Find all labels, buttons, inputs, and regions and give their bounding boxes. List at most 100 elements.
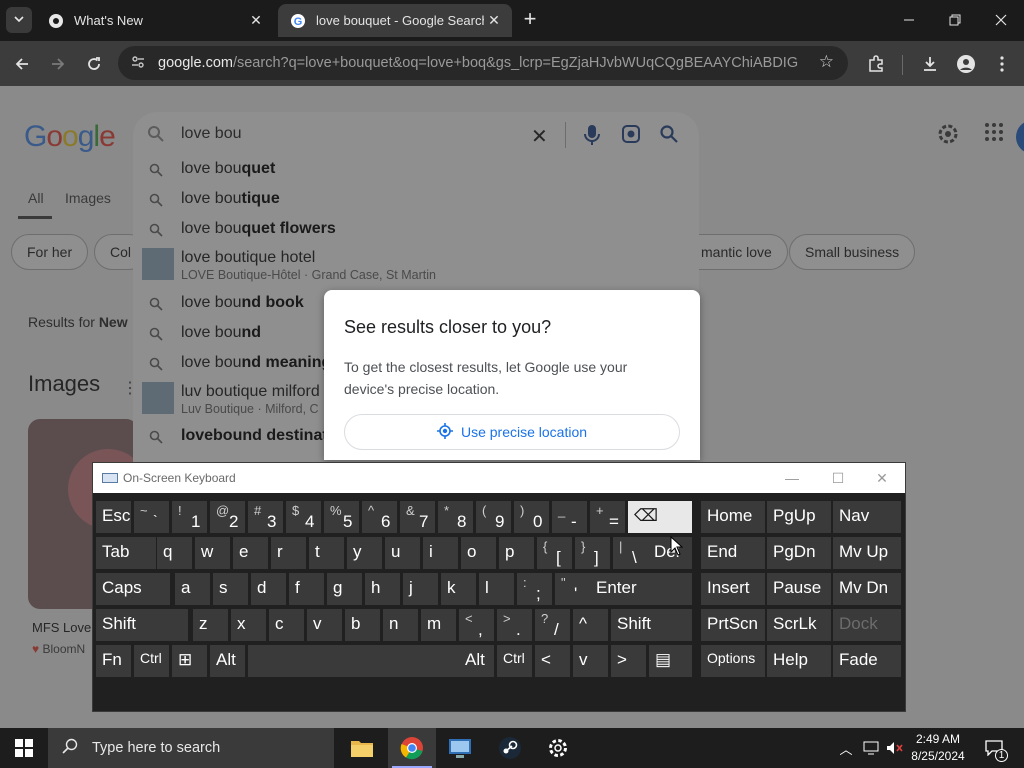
control-panel-icon[interactable] [436, 728, 484, 768]
osk-key[interactable]: x [231, 609, 266, 641]
chrome-taskbar-icon[interactable] [388, 728, 436, 768]
extensions-icon[interactable] [864, 52, 888, 76]
osk-key[interactable]: w [195, 537, 230, 569]
start-button[interactable] [0, 728, 48, 768]
microphone-icon[interactable] [583, 124, 601, 151]
osk-title-bar[interactable]: On-Screen Keyboard — ☐ ✕ [93, 463, 905, 493]
osk-key[interactable]: | \ [613, 537, 648, 569]
osk-key[interactable]: ScrLk [767, 609, 831, 641]
volume-muted-icon[interactable] [884, 728, 906, 768]
steam-icon[interactable] [486, 728, 534, 768]
osk-key[interactable]: Fade [833, 645, 901, 677]
osk-key[interactable]: & 7 [400, 501, 435, 533]
osk-key[interactable]: ^ 6 [362, 501, 397, 533]
close-tab-icon[interactable]: ✕ [484, 11, 504, 31]
osk-key-backspace[interactable]: ⌫ [628, 501, 692, 533]
osk-key[interactable]: Pause [767, 573, 831, 605]
osk-key[interactable]: v [573, 645, 608, 677]
osk-key[interactable]: o [461, 537, 496, 569]
chip-romantic-love[interactable]: mantic love [686, 234, 788, 270]
osk-key[interactable]: a [175, 573, 210, 605]
site-info-icon[interactable] [130, 54, 146, 73]
close-window-button[interactable] [986, 6, 1016, 34]
osk-key[interactable]: Help [767, 645, 831, 677]
settings-gear-icon[interactable] [936, 122, 960, 146]
osk-key[interactable]: ! 1 [172, 501, 207, 533]
osk-key[interactable]: Mv Up [833, 537, 901, 569]
osk-key[interactable]: h [365, 573, 400, 605]
osk-key[interactable]: p [499, 537, 534, 569]
close-tab-icon[interactable]: ✕ [246, 11, 266, 31]
osk-key[interactable]: ~ ` [134, 501, 169, 533]
taskbar-search[interactable]: Type here to search [48, 728, 334, 768]
osk-key-space[interactable] [248, 645, 470, 677]
osk-key[interactable]: Alt [210, 645, 245, 677]
google-apps-icon[interactable] [984, 122, 1008, 146]
address-bar[interactable]: google.com/search?q=love+bouquet&oq=love… [118, 46, 848, 80]
osk-key[interactable]: Enter [590, 573, 692, 605]
osk-key[interactable]: u [385, 537, 420, 569]
account-avatar[interactable] [1016, 120, 1024, 154]
osk-key[interactable]: <, [459, 609, 494, 641]
osk-key[interactable]: $4 [286, 501, 321, 533]
forward-button[interactable] [44, 50, 72, 78]
osk-key[interactable]: " ' [555, 573, 590, 605]
osk-key[interactable]: f [289, 573, 324, 605]
notification-center-icon[interactable]: 1 [980, 728, 1008, 768]
osk-key[interactable]: :; [517, 573, 552, 605]
osk-key[interactable]: Caps [96, 573, 170, 605]
osk-key[interactable]: Dock [833, 609, 901, 641]
osk-key[interactable]: e [233, 537, 268, 569]
osk-key[interactable]: Nav [833, 501, 901, 533]
suggestion-item[interactable]: love bouquet flowers [133, 218, 699, 248]
downloads-icon[interactable] [918, 52, 942, 76]
file-explorer-icon[interactable] [338, 728, 386, 768]
osk-key[interactable]: ) 0 [514, 501, 549, 533]
osk-key[interactable]: Home [701, 501, 765, 533]
minimize-button[interactable] [894, 6, 924, 34]
osk-key-menu-key[interactable]: ▤ [649, 645, 692, 677]
search-input[interactable]: love bou [181, 125, 242, 143]
system-clock[interactable]: 2:49 AM 8/25/2024 [908, 731, 968, 765]
osk-key[interactable]: _ - [552, 501, 587, 533]
profile-icon[interactable] [954, 52, 978, 76]
more-menu-icon[interactable] [990, 52, 1014, 76]
osk-key[interactable]: Shift [96, 609, 188, 641]
settings-taskbar-icon[interactable] [534, 728, 582, 768]
show-hidden-icons-icon[interactable]: ︿ [836, 728, 856, 768]
osk-key[interactable]: m [421, 609, 456, 641]
osk-key[interactable]: l [479, 573, 514, 605]
search-box[interactable]: love bou ✕ [133, 112, 699, 158]
osk-key[interactable]: Alt [459, 645, 494, 677]
new-tab-button[interactable]: + [518, 8, 542, 32]
osk-key[interactable]: s [213, 573, 248, 605]
osk-key[interactable]: End [701, 537, 765, 569]
tab-whats-new[interactable]: What's New ✕ [36, 4, 274, 37]
back-button[interactable] [8, 50, 36, 78]
image-caption[interactable]: MFS Love [32, 620, 91, 635]
osk-key[interactable]: % 5 [324, 501, 359, 533]
osk-key[interactable]: < [535, 645, 570, 677]
tab-search-button[interactable] [6, 7, 32, 33]
osk-maximize-icon[interactable]: ☐ [827, 468, 849, 488]
osk-key[interactable]: i [423, 537, 458, 569]
osk-key[interactable]: y [347, 537, 382, 569]
osk-key[interactable]: n [383, 609, 418, 641]
osk-key[interactable]: Ctrl [497, 645, 532, 677]
osk-key[interactable]: @2 [210, 501, 245, 533]
osk-key[interactable]: PrtScn [701, 609, 765, 641]
osk-key[interactable]: Mv Dn [833, 573, 901, 605]
osk-key[interactable]: Options [701, 645, 765, 677]
osk-key[interactable]: v [307, 609, 342, 641]
osk-key[interactable]: z [193, 609, 228, 641]
osk-key[interactable]: (9 [476, 501, 511, 533]
search-submit-icon[interactable] [659, 124, 679, 149]
osk-key[interactable]: Esc [96, 501, 131, 533]
restore-button[interactable] [940, 6, 970, 34]
osk-key[interactable]: ? / [535, 609, 570, 641]
tab-all[interactable]: All [28, 190, 44, 206]
suggestion-item[interactable]: love bouquet [133, 158, 699, 188]
suggestion-item[interactable]: love boutique hotel LOVE Boutique-Hôtel ·… [133, 247, 699, 289]
osk-key[interactable]: d [251, 573, 286, 605]
osk-key[interactable]: k [441, 573, 476, 605]
